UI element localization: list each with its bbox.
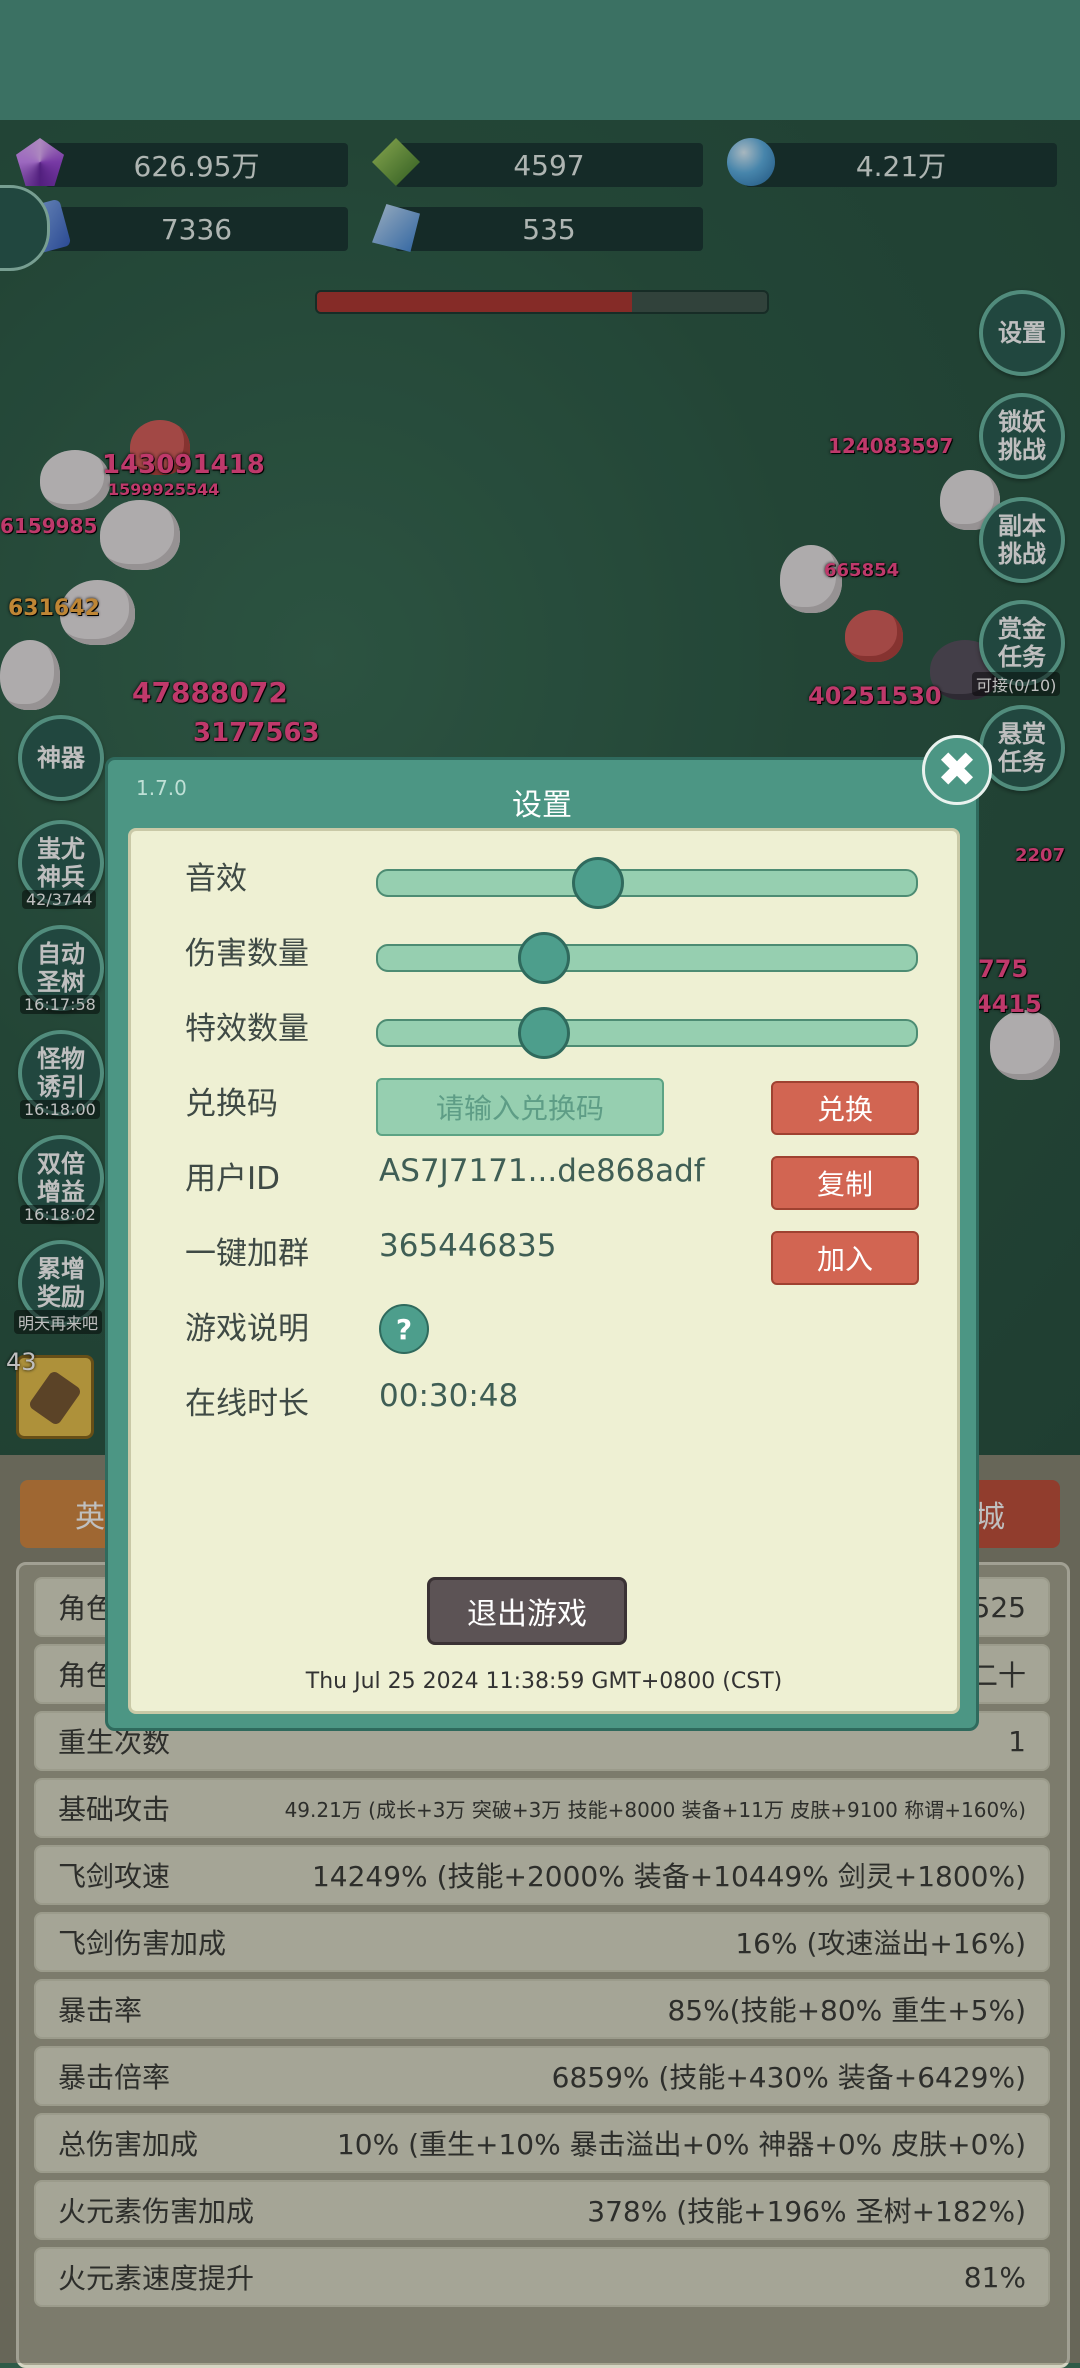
timestamp: Thu Jul 25 2024 11:38:59 GMT+0800 (CST) — [305, 1669, 783, 1694]
copy-button-label: 复制 — [816, 1168, 873, 1201]
join-button-label: 加入 — [816, 1243, 873, 1276]
help-icon[interactable]: ? — [379, 1304, 429, 1354]
sound-label: 音效 — [185, 861, 247, 897]
redeem-code-input[interactable]: 请输入兑换码 — [376, 1078, 664, 1136]
settings-dialog: 1.7.0 设置 音效 伤害数量 特效数量 兑换码 请输入兑换码 兑换 用户ID… — [105, 757, 979, 1731]
online-time-value: 00:30:48 — [379, 1378, 519, 1414]
join-group-label: 一键加群 — [185, 1236, 309, 1272]
online-time-label: 在线时长 — [185, 1386, 309, 1422]
group-id-value: 365446835 — [379, 1228, 557, 1264]
redeem-button-label: 兑换 — [816, 1093, 873, 1126]
dialog-body: 音效 伤害数量 特效数量 兑换码 请输入兑换码 兑换 用户ID AS7J7171… — [128, 828, 960, 1714]
redeem-code-placeholder: 请输入兑换码 — [435, 1092, 604, 1125]
effects-count-label: 特效数量 — [185, 1011, 309, 1047]
exit-game-label: 退出游戏 — [467, 1597, 587, 1632]
effects-count-slider[interactable] — [376, 1007, 918, 1059]
game-help-label: 游戏说明 — [185, 1311, 309, 1347]
dialog-title: 设置 — [512, 788, 572, 823]
user-id-label: 用户ID — [185, 1161, 281, 1197]
close-glyph: ✖ — [936, 742, 978, 798]
exit-game-button[interactable]: 退出游戏 — [427, 1577, 627, 1645]
redeem-button[interactable]: 兑换 — [771, 1081, 919, 1135]
sound-slider[interactable] — [376, 857, 918, 909]
slider-knob[interactable] — [572, 857, 625, 909]
slider-knob[interactable] — [518, 932, 571, 984]
join-button[interactable]: 加入 — [771, 1231, 919, 1285]
copy-button[interactable]: 复制 — [771, 1156, 919, 1210]
damage-count-slider[interactable] — [376, 932, 918, 984]
close-icon[interactable]: ✖ — [922, 735, 992, 805]
user-id-value: AS7J7171...de868adf — [379, 1153, 705, 1189]
damage-count-label: 伤害数量 — [185, 936, 309, 972]
slider-knob[interactable] — [518, 1007, 571, 1059]
redeem-code-label: 兑换码 — [185, 1086, 278, 1122]
question-mark-icon: ? — [395, 1312, 413, 1346]
